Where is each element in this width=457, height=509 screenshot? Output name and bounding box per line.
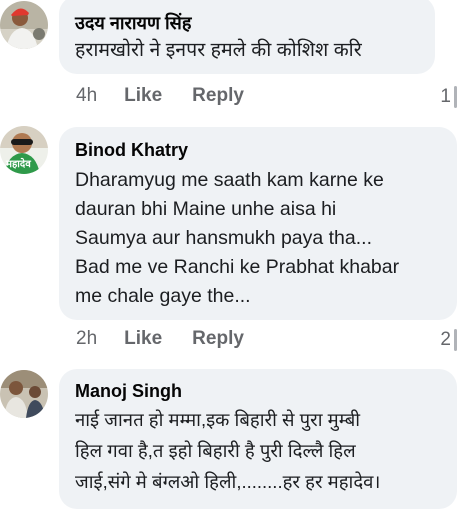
avatar[interactable] — [0, 370, 48, 418]
reaction-count[interactable]: 1 — [440, 86, 457, 108]
comment-actions: 4h Like Reply — [76, 85, 244, 107]
timestamp[interactable]: 4h — [76, 85, 97, 107]
avatar[interactable] — [0, 1, 48, 49]
profile-photo-icon — [0, 370, 48, 418]
comment-text-line: जाई,संगे मे बंग्लओ हिली,........हर हर मह… — [75, 471, 381, 492]
reaction-count-value: 1 — [440, 86, 451, 108]
timestamp[interactable]: 2h — [76, 328, 97, 350]
profile-photo-icon — [0, 1, 48, 49]
reply-button[interactable]: Reply — [192, 328, 244, 350]
comment-actions: 2h Like Reply — [76, 328, 244, 350]
comment-text-line: नाई जानत हो मम्मा,इक बिहारी से पुरा मुम्… — [75, 409, 361, 430]
avatar-caption: महादेव — [6, 159, 31, 170]
comment-text-line: me chale gaye the... — [75, 285, 251, 307]
comment-text-line: Saumya aur hansmukh paya tha... — [75, 227, 373, 249]
comment-text-line: dauran bhi Maine unhe aisa hi — [75, 198, 337, 220]
like-button[interactable]: Like — [124, 328, 162, 350]
author-name[interactable]: Manoj Singh — [75, 380, 441, 402]
comment-text: Dharamyug me saath kam karne ke dauran b… — [75, 166, 441, 311]
comment-bubble: Manoj Singh नाई जानत हो मम्मा,इक बिहारी … — [59, 369, 457, 509]
comment-text-line: हिल गवा है,त इहो बिहारी है पुरी दिल्लै ह… — [75, 440, 356, 461]
like-button[interactable]: Like — [124, 85, 162, 107]
comment-bubble: उदय नारायण सिंह हरामखोरो ने इनपर हमले की… — [59, 0, 435, 74]
avatar[interactable]: महादेव — [0, 126, 48, 174]
comment-text-line: Bad me ve Ranchi ke Prabhat khabar — [75, 256, 400, 278]
comment-bubble: Binod Khatry Dharamyug me saath kam karn… — [59, 127, 457, 320]
reaction-count-value: 2 — [440, 329, 451, 351]
comment-text: नाई जानत हो मम्मा,इक बिहारी से पुरा मुम्… — [75, 404, 441, 497]
reaction-count[interactable]: 2 — [440, 329, 457, 351]
author-name[interactable]: उदय नारायण सिंह — [75, 12, 419, 34]
comment-text: हरामखोरो ने इनपर हमले की कोशिश करि — [75, 39, 362, 61]
comment-text-line: Dharamyug me saath kam karne ke — [75, 169, 384, 191]
reply-button[interactable]: Reply — [192, 85, 244, 107]
author-name[interactable]: Binod Khatry — [75, 139, 441, 161]
